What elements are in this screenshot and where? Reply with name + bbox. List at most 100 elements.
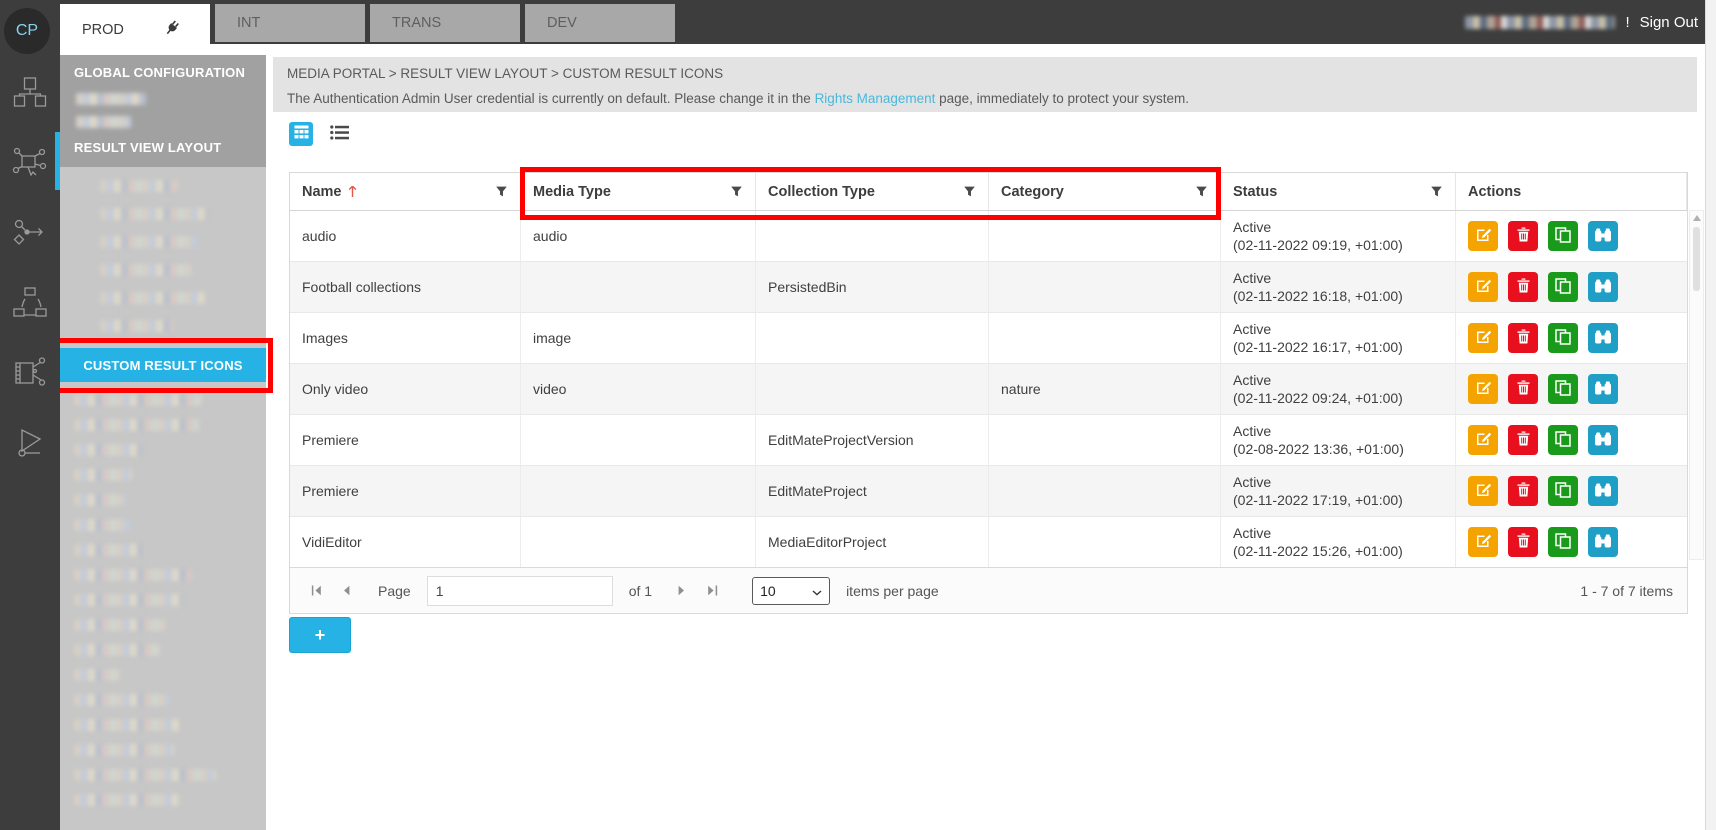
sidebar-item-redacted[interactable] [74, 419, 199, 431]
sidebar-item-redacted[interactable] [74, 469, 132, 481]
delete-button[interactable] [1508, 374, 1538, 404]
sidebar-item-redacted[interactable] [74, 719, 180, 731]
delete-button[interactable] [1508, 476, 1538, 506]
sidebar-item-redacted[interactable] [100, 264, 192, 276]
edit-button[interactable] [1468, 527, 1498, 557]
rail-item-2[interactable] [0, 135, 60, 195]
delete-icon [1517, 380, 1530, 398]
tab-prod[interactable]: PROD [60, 4, 210, 55]
filter-icon[interactable] [1430, 185, 1443, 198]
copy-button[interactable] [1548, 374, 1578, 404]
preview-button[interactable] [1588, 374, 1618, 404]
configuration-network-icon [11, 144, 49, 187]
preview-button[interactable] [1588, 425, 1618, 455]
edit-button[interactable] [1468, 221, 1498, 251]
copy-button[interactable] [1548, 272, 1578, 302]
sidebar-item-redacted[interactable] [74, 619, 166, 631]
column-header-status[interactable]: Status [1221, 173, 1456, 210]
sidebar-item-redacted[interactable] [74, 669, 120, 681]
scrollbar-thumb[interactable] [1693, 227, 1700, 291]
sidebar-item-redacted[interactable] [74, 744, 174, 756]
cell-collection-type: MediaEditorProject [756, 517, 989, 567]
sidebar-item-redacted[interactable] [74, 519, 130, 531]
sidebar-item-redacted[interactable] [100, 180, 178, 192]
cell-actions [1456, 211, 1687, 261]
sidebar-item-redacted[interactable] [74, 769, 216, 781]
sidebar-item-redacted[interactable] [100, 292, 206, 304]
copy-button[interactable] [1548, 476, 1578, 506]
preview-button[interactable] [1588, 527, 1618, 557]
rail-item-4[interactable] [0, 275, 60, 335]
delete-button[interactable] [1508, 425, 1538, 455]
sidebar-item-redacted[interactable] [74, 444, 142, 456]
sidebar-item-redacted[interactable] [100, 320, 174, 332]
delete-button[interactable] [1508, 323, 1538, 353]
rail-item-3[interactable] [0, 205, 60, 265]
sidebar-item-redacted[interactable] [74, 544, 146, 556]
cell-status: Active(02-11-2022 16:18, +01:00) [1221, 262, 1456, 312]
edit-icon [1475, 430, 1492, 450]
sign-out-button[interactable]: Sign Out [1640, 14, 1698, 31]
sidebar-item-redacted[interactable] [76, 116, 131, 128]
preview-button[interactable] [1588, 476, 1618, 506]
rail-item-1[interactable] [0, 65, 60, 125]
table-scrollbar[interactable] [1689, 210, 1704, 560]
sidebar-item-redacted[interactable] [74, 594, 182, 606]
filter-icon[interactable] [495, 185, 508, 198]
sidebar-item-redacted[interactable] [74, 569, 192, 581]
sidebar-item-redacted[interactable] [74, 494, 126, 506]
filter-icon[interactable] [730, 185, 743, 198]
window-scrollbar[interactable] [1705, 0, 1716, 830]
edit-button[interactable] [1468, 374, 1498, 404]
delete-button[interactable] [1508, 527, 1538, 557]
sidebar-item-redacted[interactable] [74, 694, 170, 706]
preview-button[interactable] [1588, 221, 1618, 251]
sidebar-item-redacted[interactable] [100, 208, 208, 220]
page-size-select[interactable]: 10 [752, 577, 830, 605]
sidebar-item-redacted[interactable] [100, 236, 198, 248]
filter-icon[interactable] [963, 185, 976, 198]
column-header-name[interactable]: Name [290, 173, 521, 210]
rights-management-link[interactable]: Rights Management [815, 91, 936, 106]
sidebar-item-redacted[interactable] [76, 93, 146, 105]
copy-button[interactable] [1548, 221, 1578, 251]
column-header-media-type[interactable]: Media Type [521, 173, 756, 210]
sidebar-item-redacted[interactable] [74, 394, 202, 406]
edit-button[interactable] [1468, 425, 1498, 455]
tab-int[interactable]: INT [215, 4, 365, 42]
page-number-input[interactable] [427, 576, 613, 606]
delete-button[interactable] [1508, 272, 1538, 302]
preview-button[interactable] [1588, 323, 1618, 353]
copy-button[interactable] [1548, 527, 1578, 557]
edit-button[interactable] [1468, 476, 1498, 506]
rail-item-6[interactable] [0, 415, 60, 475]
rail-item-5[interactable] [0, 345, 60, 405]
preview-button[interactable] [1588, 272, 1618, 302]
filter-icon[interactable] [1195, 185, 1208, 198]
sidebar-item-custom-result-icons[interactable]: CUSTOM RESULT ICONS [60, 348, 266, 382]
add-item-button[interactable]: + [289, 617, 351, 653]
sidebar-item-redacted[interactable] [74, 794, 178, 806]
edit-button[interactable] [1468, 272, 1498, 302]
cell-status: Active(02-11-2022 17:19, +01:00) [1221, 466, 1456, 516]
first-page-button[interactable] [304, 579, 328, 603]
cell-status: Active(02-11-2022 09:19, +01:00) [1221, 211, 1456, 261]
edit-button[interactable] [1468, 323, 1498, 353]
grid-view-toggle[interactable] [289, 122, 313, 146]
next-page-button[interactable] [670, 579, 694, 603]
sidebar-item-redacted[interactable] [74, 644, 160, 656]
scroll-up-icon[interactable] [1693, 215, 1701, 221]
column-header-collection-type[interactable]: Collection Type [756, 173, 989, 210]
tab-trans[interactable]: TRANS [370, 4, 520, 42]
copy-icon [1555, 380, 1571, 399]
last-page-button[interactable] [700, 579, 724, 603]
column-header-actions[interactable]: Actions [1456, 173, 1687, 210]
delete-button[interactable] [1508, 221, 1538, 251]
copy-button[interactable] [1548, 323, 1578, 353]
copy-button[interactable] [1548, 425, 1578, 455]
previous-page-button[interactable] [334, 579, 358, 603]
column-header-category[interactable]: Category [989, 173, 1221, 210]
list-view-toggle[interactable] [327, 126, 351, 144]
avatar[interactable]: CP [4, 8, 50, 54]
tab-dev[interactable]: DEV [525, 4, 675, 42]
